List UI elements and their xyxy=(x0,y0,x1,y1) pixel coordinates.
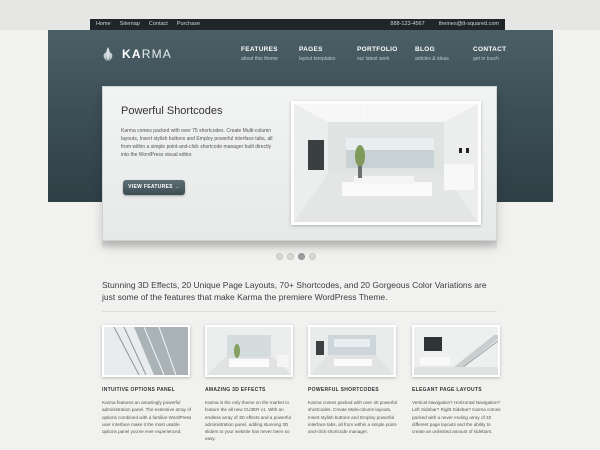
staircase-photo xyxy=(414,327,498,375)
feature-text: Karma features an amazingly powerful adm… xyxy=(102,400,192,435)
feature-title: INTUITIVE OPTIONS PANEL xyxy=(102,387,175,393)
slide-image[interactable] xyxy=(291,101,481,225)
utility-link-purchase[interactable]: Purchase xyxy=(177,19,200,30)
feature-title: AMAZING 3D EFFECTS xyxy=(205,387,266,393)
logo-text: KARMA xyxy=(122,47,173,61)
nav-subtitle: about this theme xyxy=(241,56,278,62)
slider-shadow xyxy=(102,241,497,250)
nav-subtitle: our latest work xyxy=(357,56,390,62)
feature-title: ELEGANT PAGE LAYOUTS xyxy=(412,387,482,393)
feature-column: POWERFUL SHORTCODES Karma comes packed w… xyxy=(308,325,398,435)
nav-subtitle: get in touch xyxy=(473,56,499,62)
nav-pages[interactable]: PAGES layout templates xyxy=(299,46,345,62)
utility-contact: 888-123-4567 themes@tt-squared.com xyxy=(390,19,499,30)
feature-title: POWERFUL SHORTCODES xyxy=(308,387,379,393)
section-divider xyxy=(102,311,497,312)
tagline: Stunning 3D Effects, 20 Unique Page Layo… xyxy=(102,280,487,302)
interior-photo xyxy=(294,104,478,222)
top-bar: Home Sitemap Contact Purchase 888-123-45… xyxy=(0,0,600,30)
utility-bar: Home Sitemap Contact Purchase 888-123-45… xyxy=(90,19,505,30)
karma-leaf-icon xyxy=(103,47,113,61)
nav-title: PAGES xyxy=(299,46,323,53)
slider-dot-4[interactable] xyxy=(309,253,316,260)
slider-pagination xyxy=(276,253,316,260)
slide-title: Powerful Shortcodes xyxy=(121,105,223,117)
utility-link-sitemap[interactable]: Sitemap xyxy=(120,19,140,30)
nav-blog[interactable]: BLOG articles & ideas xyxy=(415,46,461,62)
utility-phone: 888-123-4567 xyxy=(390,21,425,27)
nav-contact[interactable]: CONTACT get in touch xyxy=(473,46,519,62)
feature-column: INTUITIVE OPTIONS PANEL Karma features a… xyxy=(102,325,192,435)
site-logo[interactable]: KARMA xyxy=(100,46,172,62)
feature-thumbnail[interactable] xyxy=(102,325,190,377)
feature-text: Karma is the only theme on the market to… xyxy=(205,400,291,442)
slider-dot-3[interactable] xyxy=(298,253,305,260)
nav-subtitle: layout templates xyxy=(299,56,336,62)
utility-email[interactable]: themes@tt-squared.com xyxy=(439,19,499,30)
utility-links: Home Sitemap Contact Purchase xyxy=(96,19,200,30)
feature-column: ELEGANT PAGE LAYOUTS Vertical Navigation… xyxy=(412,325,501,435)
nav-title: PORTFOLIO xyxy=(357,46,398,53)
nav-portfolio[interactable]: PORTFOLIO our latest work xyxy=(357,46,403,62)
nav-features[interactable]: FEATURES about this theme xyxy=(241,46,287,62)
utility-link-contact[interactable]: Contact xyxy=(149,19,168,30)
interior-photo xyxy=(310,327,394,375)
slider-dot-1[interactable] xyxy=(276,253,283,260)
main-nav: FEATURES about this theme PAGES layout t… xyxy=(241,46,519,62)
nav-title: BLOG xyxy=(415,46,435,53)
feature-column: AMAZING 3D EFFECTS Karma is the only the… xyxy=(205,325,293,443)
nav-title: FEATURES xyxy=(241,46,278,53)
view-features-button[interactable]: VIEW FEATURES → xyxy=(123,180,185,195)
feature-slider: Powerful Shortcodes Karma comes packed w… xyxy=(102,86,497,241)
feature-thumbnail[interactable] xyxy=(308,325,396,377)
building-photo xyxy=(104,327,188,375)
feature-thumbnail[interactable] xyxy=(412,325,500,377)
slider-dot-2[interactable] xyxy=(287,253,294,260)
slide-text: Karma comes packed with over 75 shortcod… xyxy=(121,128,273,158)
nav-title: CONTACT xyxy=(473,46,507,53)
utility-link-home[interactable]: Home xyxy=(96,19,111,30)
living-room-photo xyxy=(207,327,291,375)
feature-text: Vertical Navigation? Horizontal Navigati… xyxy=(412,400,501,435)
feature-text: Karma comes packed with over 40 powerful… xyxy=(308,400,398,435)
nav-subtitle: articles & ideas xyxy=(415,56,449,62)
feature-thumbnail[interactable] xyxy=(205,325,293,377)
